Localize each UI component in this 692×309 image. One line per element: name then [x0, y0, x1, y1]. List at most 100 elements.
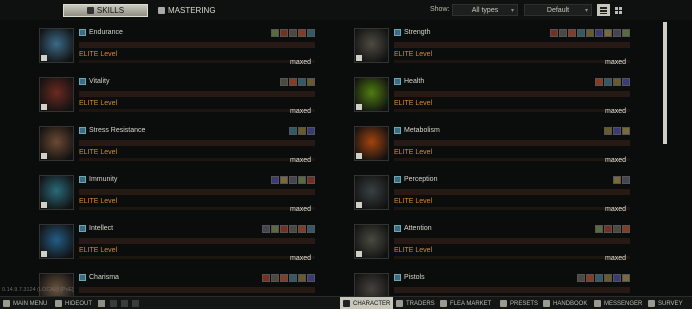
skill-buffs	[550, 29, 630, 37]
buff-icon[interactable]	[595, 78, 603, 86]
level-icon	[356, 55, 362, 61]
skill-card[interactable]: Charisma	[39, 271, 315, 296]
buff-icon[interactable]	[307, 225, 315, 233]
grid-view-button[interactable]	[612, 4, 625, 16]
buff-icon[interactable]	[595, 29, 603, 37]
maxed-label: maxed	[289, 59, 311, 66]
main-menu-button[interactable]: MAIN MENU	[0, 297, 50, 309]
skill-card[interactable]: Metabolism ELITE Level maxed	[354, 124, 630, 168]
buff-icon[interactable]	[271, 176, 279, 184]
level-icon	[356, 104, 362, 110]
buff-icon[interactable]	[559, 29, 567, 37]
fatigue-bar	[394, 207, 630, 210]
handbook-button[interactable]: HANDBOOK	[540, 297, 590, 309]
buff-icon[interactable]	[577, 29, 585, 37]
buff-icon[interactable]	[280, 225, 288, 233]
buff-icon[interactable]	[298, 274, 306, 282]
buff-icon[interactable]	[289, 225, 297, 233]
skill-card[interactable]: Health ELITE Level maxed	[354, 75, 630, 119]
buff-icon[interactable]	[613, 78, 621, 86]
buff-icon[interactable]	[604, 225, 612, 233]
survey-button[interactable]: SURVEY	[645, 297, 686, 309]
buff-icon[interactable]	[298, 225, 306, 233]
buff-icon[interactable]	[622, 29, 630, 37]
elite-level-label: ELITE Level	[394, 100, 433, 107]
buff-icon[interactable]	[622, 127, 630, 135]
buff-icon[interactable]	[262, 225, 270, 233]
buff-icon[interactable]	[613, 225, 621, 233]
buff-icon[interactable]	[586, 29, 594, 37]
buff-icon[interactable]	[280, 78, 288, 86]
skill-card[interactable]: Endurance ELITE Level maxed	[39, 26, 315, 70]
skill-buffs	[604, 127, 630, 135]
buff-icon[interactable]	[280, 274, 288, 282]
buff-icon[interactable]	[613, 127, 621, 135]
list-view-button[interactable]	[597, 4, 610, 16]
buff-icon[interactable]	[622, 274, 630, 282]
buff-icon[interactable]	[622, 176, 630, 184]
progress-bar	[79, 91, 315, 97]
scrollbar[interactable]	[663, 22, 667, 144]
sort-value: Default	[546, 6, 570, 14]
buff-icon[interactable]	[307, 176, 315, 184]
hideout-button[interactable]: HIDEOUT	[52, 297, 95, 309]
messenger-button[interactable]: MESSENGER	[591, 297, 645, 309]
character-button[interactable]: CHARACTER	[340, 297, 394, 309]
skill-type-icon	[79, 274, 86, 281]
presets-button[interactable]: PRESETS	[497, 297, 541, 309]
buff-icon[interactable]	[307, 127, 315, 135]
profile-icon[interactable]	[98, 300, 105, 307]
traders-button[interactable]: TRADERS	[393, 297, 438, 309]
skill-card[interactable]: Pistols	[354, 271, 630, 296]
buff-icon[interactable]	[298, 29, 306, 37]
buff-icon[interactable]	[307, 78, 315, 86]
skill-card[interactable]: Immunity ELITE Level maxed	[39, 173, 315, 217]
buff-icon[interactable]	[586, 274, 594, 282]
buff-icon[interactable]	[280, 176, 288, 184]
buff-icon[interactable]	[262, 274, 270, 282]
flea-market-button[interactable]: FLEA MARKET	[437, 297, 494, 309]
buff-icon[interactable]	[604, 274, 612, 282]
buff-icon[interactable]	[604, 78, 612, 86]
buff-icon[interactable]	[622, 78, 630, 86]
skill-card[interactable]: Vitality ELITE Level maxed	[39, 75, 315, 119]
buff-icon[interactable]	[289, 176, 297, 184]
buff-icon[interactable]	[595, 274, 603, 282]
buff-icon[interactable]	[604, 29, 612, 37]
buff-icon[interactable]	[577, 274, 585, 282]
skill-card[interactable]: Stress Resistance ELITE Level maxed	[39, 124, 315, 168]
tab-mastering[interactable]: MASTERING	[158, 4, 216, 17]
skill-card[interactable]: Intellect ELITE Level maxed	[39, 222, 315, 266]
buff-icon[interactable]	[289, 274, 297, 282]
skill-name: Strength	[404, 29, 431, 36]
buff-icon[interactable]	[289, 78, 297, 86]
buff-icon[interactable]	[568, 29, 576, 37]
buff-icon[interactable]	[280, 29, 288, 37]
buff-icon[interactable]	[298, 176, 306, 184]
buff-icon[interactable]	[289, 127, 297, 135]
show-label: Show:	[430, 6, 450, 13]
tab-skills[interactable]: SKILLS	[63, 4, 148, 17]
buff-icon[interactable]	[622, 225, 630, 233]
buff-icon[interactable]	[595, 225, 603, 233]
buff-icon[interactable]	[289, 29, 297, 37]
buff-icon[interactable]	[298, 78, 306, 86]
buff-icon[interactable]	[271, 274, 279, 282]
skill-card[interactable]: Attention ELITE Level maxed	[354, 222, 630, 266]
buff-icon[interactable]	[271, 29, 279, 37]
buff-icon[interactable]	[298, 127, 306, 135]
buff-icon[interactable]	[307, 274, 315, 282]
skill-card[interactable]: Perception ELITE Level maxed	[354, 173, 630, 217]
buff-icon[interactable]	[613, 29, 621, 37]
skill-name: Intellect	[89, 225, 114, 232]
buff-icon[interactable]	[613, 274, 621, 282]
buff-icon[interactable]	[271, 225, 279, 233]
buff-icon[interactable]	[613, 176, 621, 184]
buff-icon[interactable]	[307, 29, 315, 37]
skill-card[interactable]: Strength ELITE Level maxed	[354, 26, 630, 70]
sort-select[interactable]: Default ▾	[524, 4, 592, 16]
buff-icon[interactable]	[604, 127, 612, 135]
type-filter-select[interactable]: All types ▾	[452, 4, 518, 16]
skill-image	[39, 77, 74, 112]
buff-icon[interactable]	[550, 29, 558, 37]
